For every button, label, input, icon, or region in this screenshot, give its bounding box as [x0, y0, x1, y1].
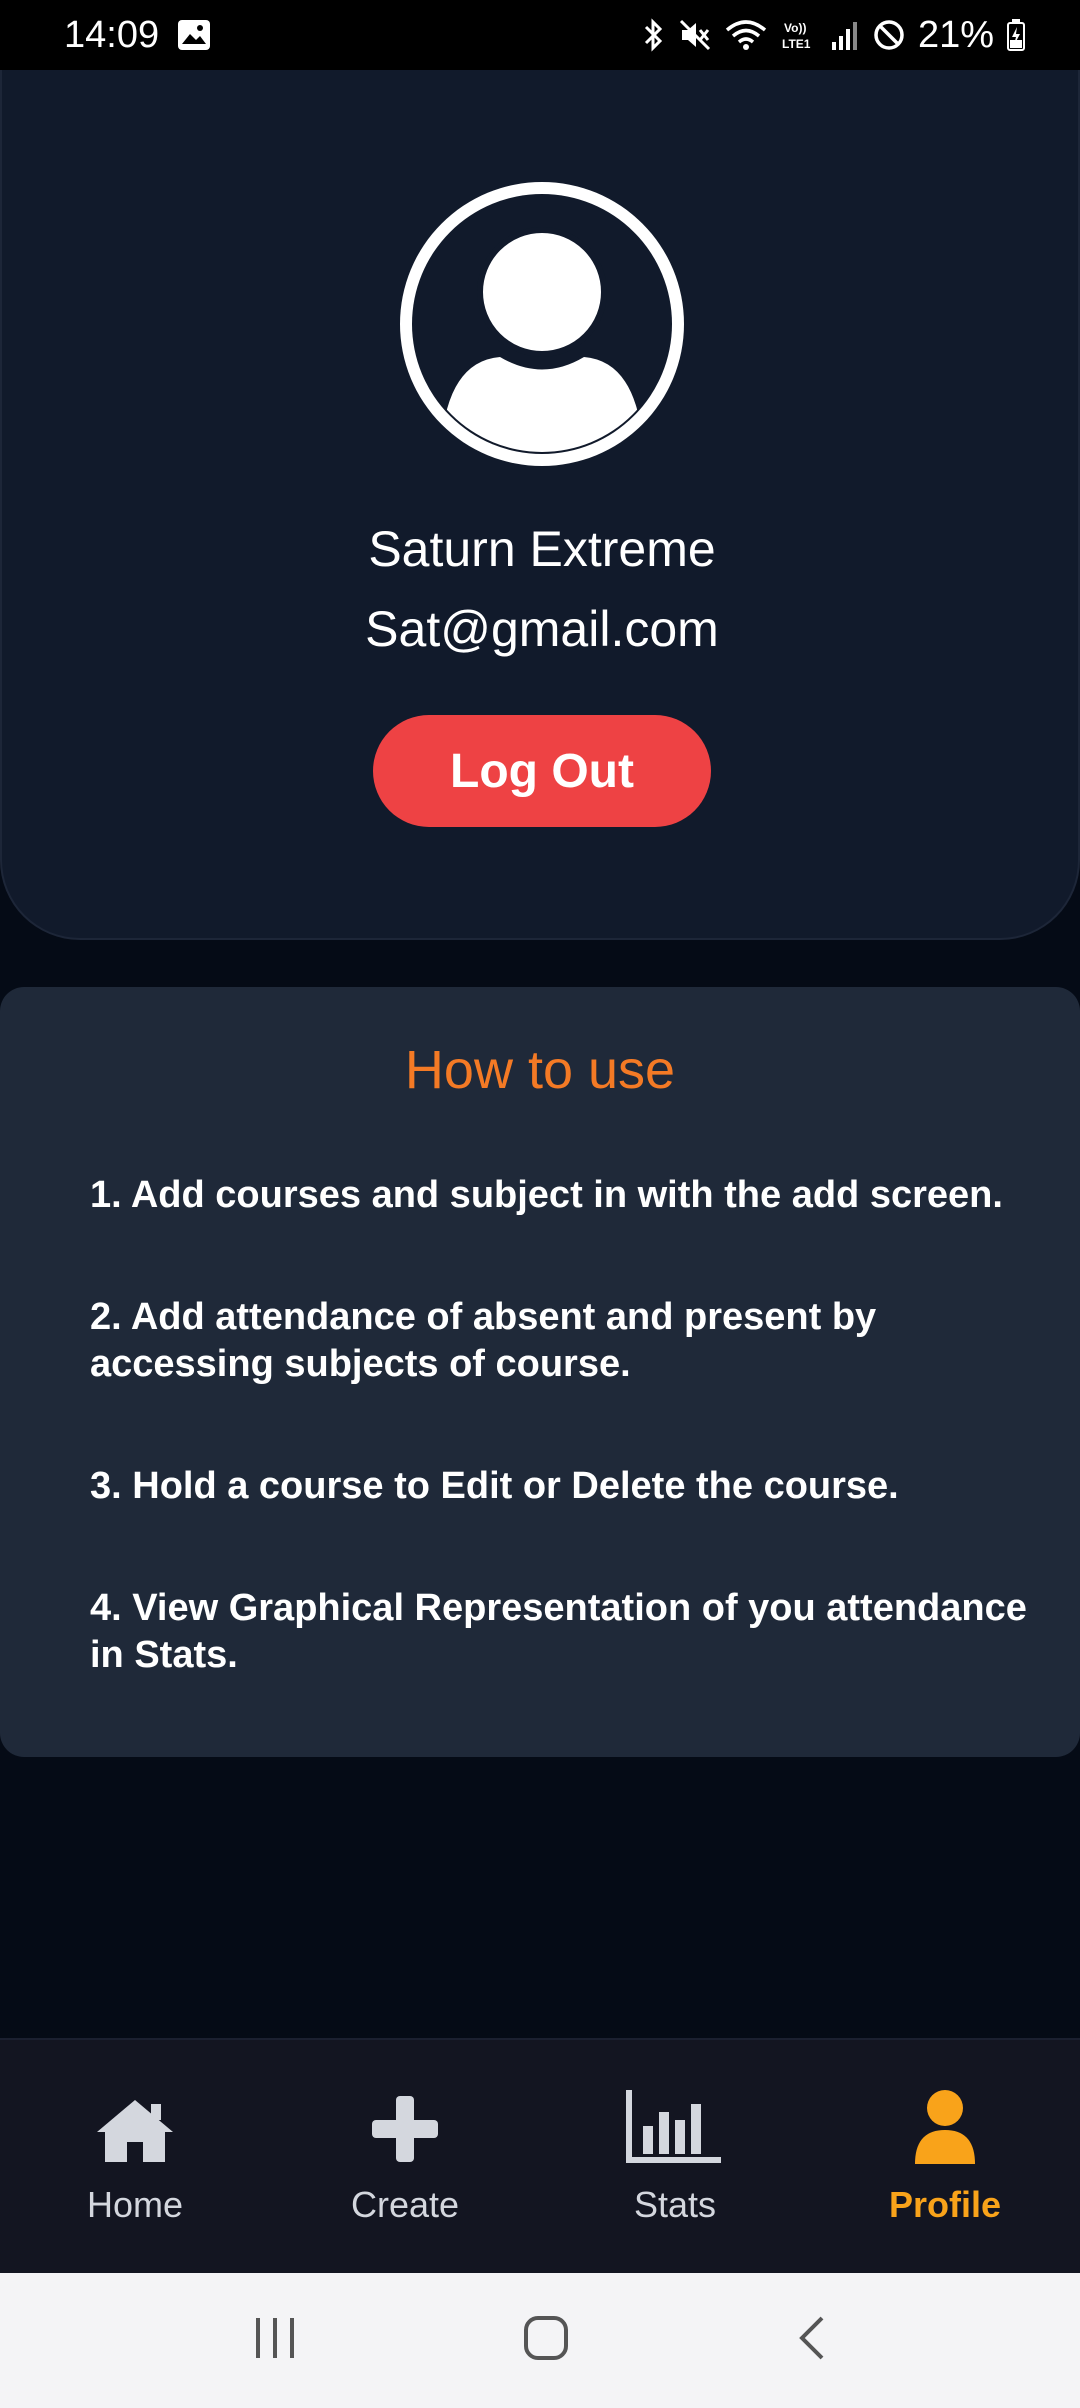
battery-icon [1006, 18, 1026, 52]
how-to-step-2: 2. Add attendance of absent and present … [90, 1296, 877, 1385]
nav-label-home: Home [86, 2184, 184, 2225]
svg-text:Vo)): Vo)) [784, 21, 806, 35]
user-icon [913, 2088, 977, 2164]
bottom-navigation: Home Create Stats Profile [0, 2038, 1080, 2273]
home-button-icon[interactable] [522, 2314, 570, 2367]
avatar [400, 182, 684, 466]
how-to-use-card: How to use 1. Add courses and subject in… [0, 987, 1080, 1757]
status-bar: 14:09 Vo)) LTE1 21% [0, 0, 1080, 70]
logout-button[interactable]: Log Out [373, 715, 711, 827]
recent-apps-icon[interactable] [252, 2316, 298, 2365]
wifi-icon [724, 18, 768, 52]
mute-icon [678, 18, 712, 52]
nav-item-home[interactable]: Home [0, 2040, 270, 2273]
nav-label-create: Create [350, 2184, 460, 2225]
nav-item-profile[interactable]: Profile [810, 2040, 1080, 2273]
plus-icon [370, 2088, 440, 2164]
bar-chart-icon [625, 2088, 725, 2164]
how-to-step-3: 3. Hold a course to Edit or Delete the c… [90, 1465, 899, 1507]
how-to-use-title: How to use [404, 1040, 676, 1100]
user-email: Sat@gmail.com [365, 601, 719, 657]
battery-percent: 21% [917, 13, 994, 56]
user-avatar-icon [412, 194, 672, 454]
how-to-step-1: 1. Add courses and subject in with the a… [90, 1174, 1003, 1216]
svg-text:LTE1: LTE1 [782, 37, 811, 51]
volte-icon: Vo)) LTE1 [780, 18, 818, 52]
signal-icon [830, 18, 860, 52]
status-time: 14:09 [64, 13, 160, 56]
how-to-step-4: 4. View Graphical Representation of you … [90, 1587, 1027, 1676]
home-icon [95, 2088, 175, 2164]
gallery-notification-icon [177, 19, 211, 51]
profile-card: Saturn Extreme Sat@gmail.com Log Out [0, 70, 1080, 940]
system-navigation-bar [0, 2273, 1080, 2408]
nav-label-stats: Stats [633, 2184, 717, 2225]
do-not-disturb-icon [872, 18, 906, 52]
back-icon[interactable] [794, 2314, 828, 2367]
user-name: Saturn Extreme [368, 521, 716, 577]
nav-item-stats[interactable]: Stats [540, 2040, 810, 2273]
nav-item-create[interactable]: Create [270, 2040, 540, 2273]
nav-label-profile: Profile [888, 2184, 1002, 2225]
bluetooth-icon [642, 18, 666, 52]
how-to-use-steps: 1. Add courses and subject in with the a… [90, 1172, 1030, 1754]
